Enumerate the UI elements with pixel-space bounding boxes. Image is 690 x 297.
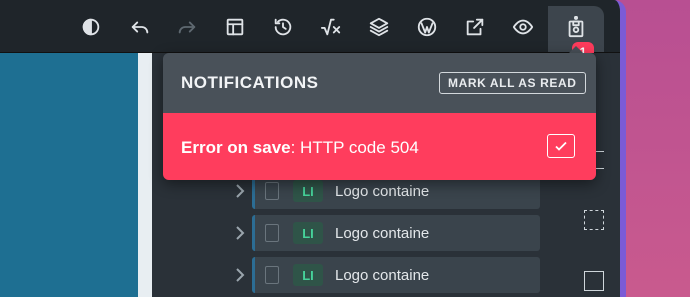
- history-icon[interactable]: [266, 10, 300, 44]
- redo-icon[interactable]: [170, 10, 204, 44]
- notification-title: Error on save: [181, 138, 291, 157]
- top-toolbar: [0, 0, 620, 53]
- row-label: Logo containe: [335, 224, 430, 242]
- row-label: Logo containe: [335, 266, 430, 284]
- wordpress-icon[interactable]: [410, 10, 444, 44]
- notifications-popover: NOTIFICATIONS MARK ALL AS READ Error on …: [163, 53, 596, 180]
- canvas-border: [138, 53, 152, 297]
- frame-icon[interactable]: [584, 210, 604, 230]
- tree-row[interactable]: LI Logo containe: [236, 257, 540, 293]
- row-checkbox[interactable]: [265, 182, 279, 200]
- notifications-header: NOTIFICATIONS MARK ALL AS READ: [163, 53, 596, 113]
- row-label: Logo containe: [335, 182, 430, 200]
- chevron-right-icon[interactable]: [233, 266, 247, 284]
- chevron-right-icon[interactable]: [233, 224, 247, 242]
- element-tag: LI: [293, 222, 323, 244]
- notification-detail: : HTTP code 504: [290, 138, 419, 157]
- notification-item: Error on save: HTTP code 504: [163, 113, 596, 180]
- design-canvas[interactable]: [0, 53, 138, 297]
- undo-icon[interactable]: [123, 10, 157, 44]
- mark-all-read-button[interactable]: MARK ALL AS READ: [439, 72, 586, 94]
- layers-icon[interactable]: [362, 10, 396, 44]
- element-tag: LI: [293, 264, 323, 286]
- layout-icon[interactable]: [218, 10, 252, 44]
- notification-message: Error on save: HTTP code 504: [181, 138, 419, 158]
- external-link-icon[interactable]: [458, 10, 492, 44]
- chevron-right-icon[interactable]: [233, 182, 247, 200]
- box-icon[interactable]: [584, 271, 604, 291]
- row-checkbox[interactable]: [265, 224, 279, 242]
- checkmark-icon: [555, 141, 567, 151]
- save-icon: [559, 10, 593, 44]
- preview-icon[interactable]: [506, 10, 540, 44]
- math-icon[interactable]: [314, 10, 348, 44]
- theme-icon[interactable]: [74, 10, 108, 44]
- element-tag: LI: [293, 180, 323, 202]
- notifications-title: NOTIFICATIONS: [181, 73, 319, 92]
- tree-row[interactable]: LI Logo containe: [236, 215, 540, 251]
- dismiss-notification-button[interactable]: [547, 134, 575, 158]
- row-checkbox[interactable]: [265, 266, 279, 284]
